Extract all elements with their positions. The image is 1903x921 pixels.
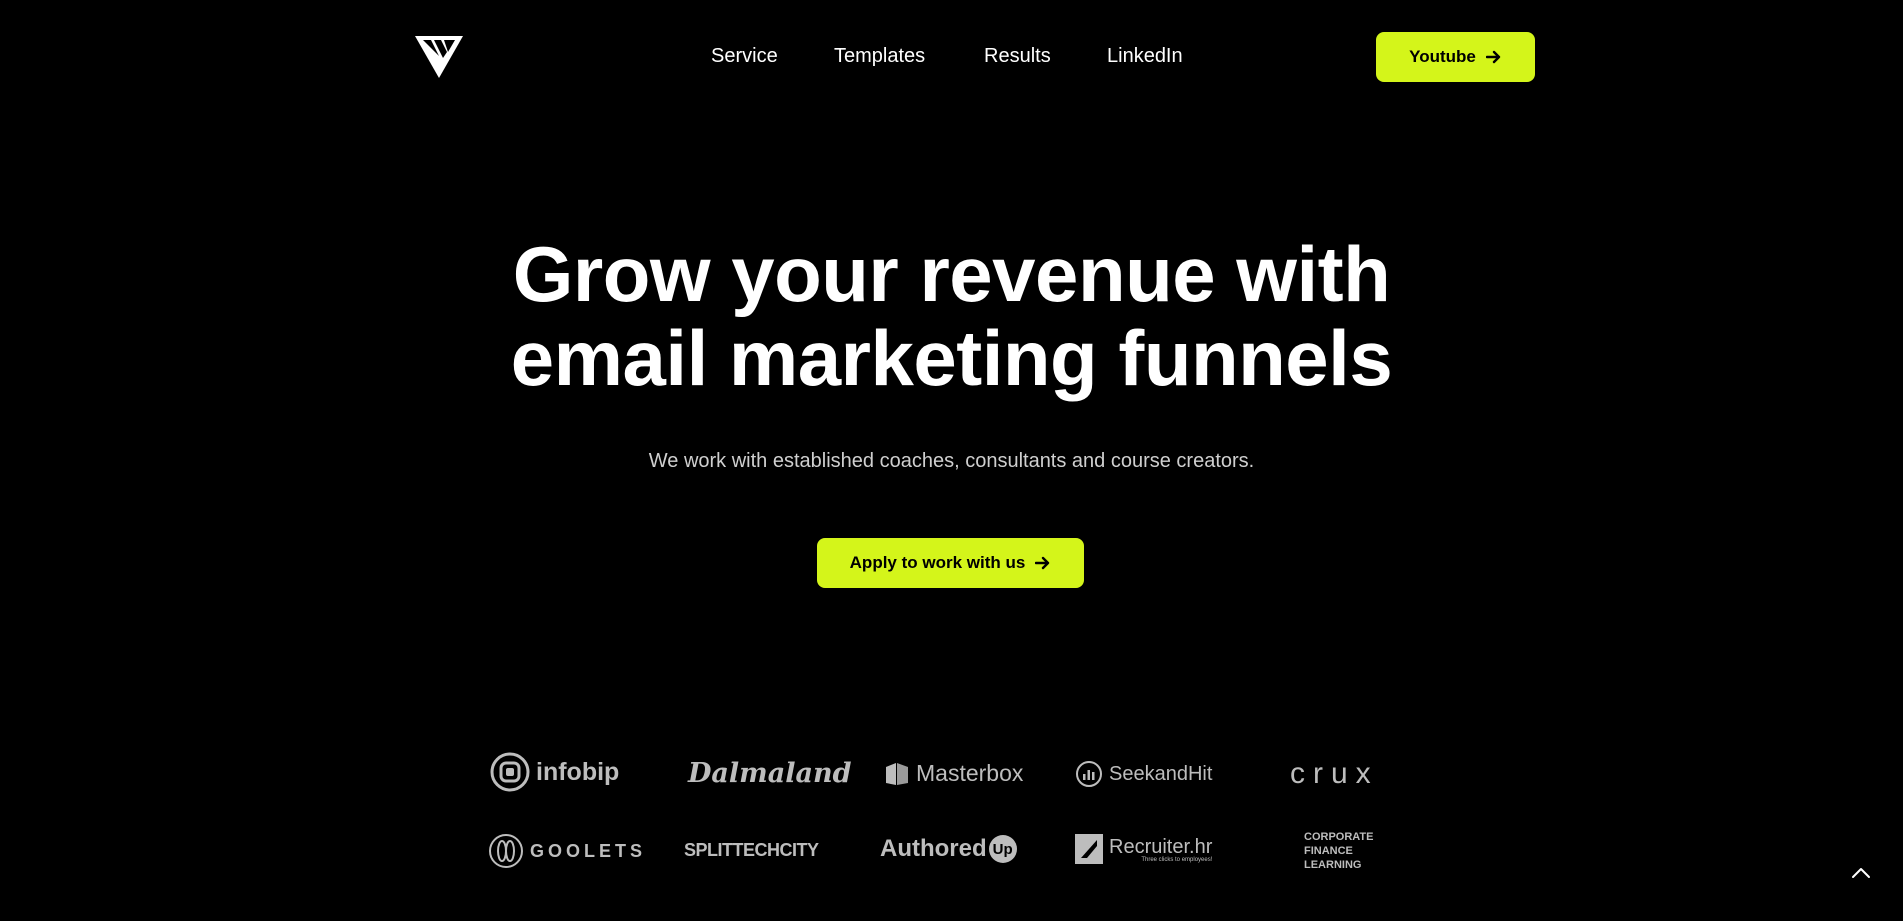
client-logo-authoredup: Authored Up	[880, 835, 1017, 863]
masterbox-mark-icon	[886, 762, 908, 785]
arrow-right-icon	[1035, 556, 1050, 570]
client-logo-goolets: GOOLETS	[488, 833, 646, 869]
client-logo-infobip: infobip	[490, 752, 619, 792]
recruiter-wordmark: Recruiter.hr Three clicks to employees!	[1109, 836, 1212, 863]
client-name: SPLITTECHCITY	[684, 840, 819, 860]
recruiter-tagline: Three clicks to employees!	[1141, 856, 1213, 863]
hero-title-line1: Grow your revenue with	[512, 230, 1391, 318]
client-logo-seekandhit: SeekandHit	[1075, 760, 1212, 788]
client-logo-crux: crux	[1290, 757, 1379, 791]
scroll-top-button[interactable]	[1849, 862, 1873, 886]
client-logo-splittechcity: SPLITTECHCITY	[684, 840, 819, 861]
hero-subtitle: We work with established coaches, consul…	[648, 450, 1255, 472]
apply-button-label: Apply to work with us	[849, 553, 1026, 572]
client-name: Authored	[880, 835, 987, 862]
goolets-mark-icon	[489, 834, 523, 868]
apply-button[interactable]: Apply to work with us	[817, 538, 1084, 588]
client-name: infobip	[536, 757, 620, 786]
main-nav: Service Templates Results LinkedIn	[0, 42, 1903, 70]
client-name: Recruiter.hr	[1109, 835, 1213, 858]
nav-service[interactable]: Service	[711, 42, 778, 70]
youtube-button-label: Youtube	[1409, 47, 1476, 66]
client-name: SeekandHit	[1109, 762, 1213, 785]
nav-templates[interactable]: Templates	[834, 42, 925, 70]
client-logo-dalmaland: Dalmaland	[688, 758, 852, 789]
infobip-mark-icon	[490, 752, 530, 792]
nav-results[interactable]: Results	[984, 42, 1051, 70]
chevron-up-icon	[1852, 868, 1870, 878]
client-name: GOOLETS	[530, 840, 647, 861]
seekandhit-mark-icon	[1076, 761, 1102, 787]
cfl-line: CORPORATE	[1304, 831, 1374, 843]
youtube-button[interactable]: Youtube	[1376, 32, 1535, 82]
client-logo-corporate-finance-learning: CORPORATE FINANCE LEARNING	[1304, 830, 1373, 872]
cfl-line: FINANCE	[1304, 845, 1353, 857]
client-name: Dalmaland	[688, 758, 852, 789]
authored-up-badge: Up	[988, 835, 1017, 863]
nav-linkedin[interactable]: LinkedIn	[1107, 42, 1183, 70]
hero-title: Grow your revenue with email marketing f…	[0, 232, 1903, 400]
recruiter-mark-icon	[1075, 834, 1103, 864]
client-name: Masterbox	[916, 760, 1024, 786]
cfl-line: LEARNING	[1304, 859, 1362, 871]
client-logo-recruiter-hr: Recruiter.hr Three clicks to employees!	[1075, 834, 1212, 864]
client-logo-masterbox: Masterbox	[884, 760, 1023, 787]
client-name: crux	[1290, 757, 1379, 790]
arrow-right-icon	[1485, 50, 1501, 64]
page: Service Templates Results LinkedIn Youtu…	[0, 0, 1903, 921]
hero-title-line2: email marketing funnels	[510, 314, 1393, 402]
